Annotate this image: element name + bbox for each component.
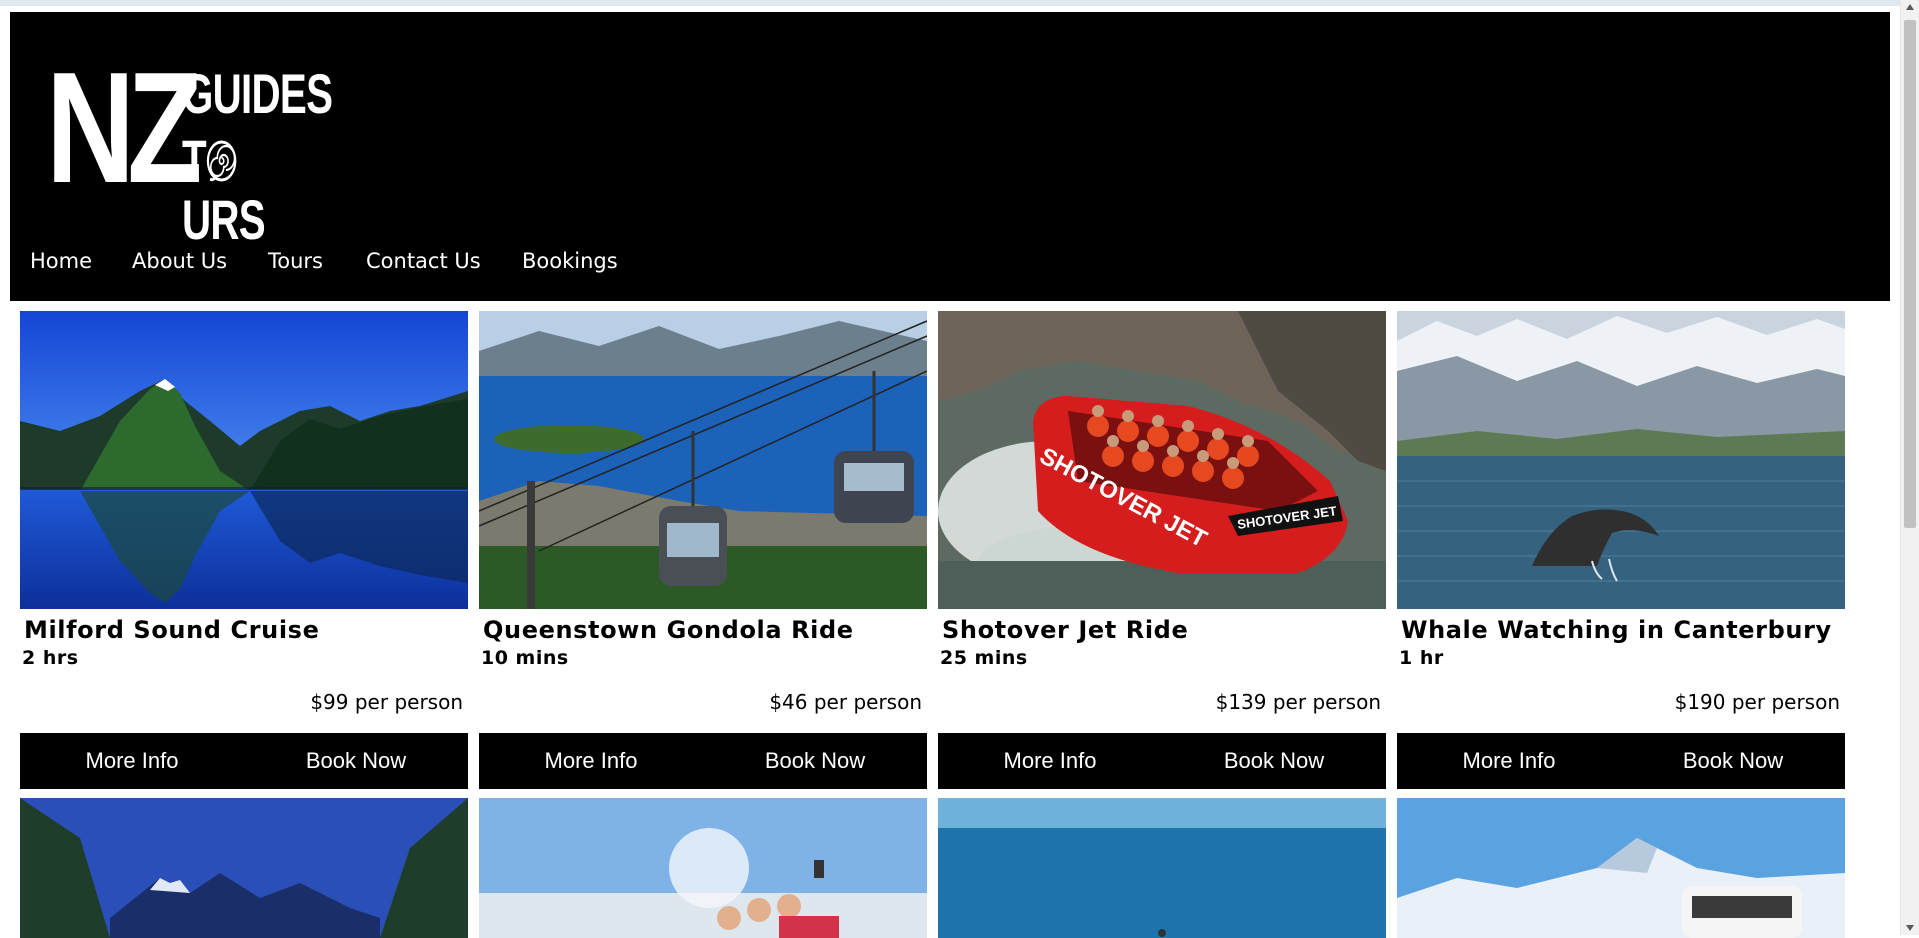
nav-tours[interactable]: Tours: [268, 246, 323, 276]
vertical-scrollbar[interactable]: [1900, 0, 1919, 935]
tour-image-milford-sound[interactable]: [20, 311, 468, 609]
tour-image-partial-fiordland[interactable]: [20, 798, 468, 938]
book-now-button[interactable]: Book Now: [244, 733, 468, 789]
koru-spiral-icon: [206, 140, 237, 182]
tour-price: $46 per person: [769, 690, 922, 714]
logo-guides: GUIDES: [182, 62, 333, 125]
book-now-button[interactable]: Book Now: [703, 733, 927, 789]
tour-button-bar: More Info Book Now: [479, 733, 927, 789]
tour-button-bar: More Info Book Now: [938, 733, 1386, 789]
logo-nz: NZ: [46, 40, 202, 216]
tour-title: Milford Sound Cruise: [24, 616, 320, 644]
more-info-button[interactable]: More Info: [938, 733, 1162, 789]
tour-image-queenstown-gondola[interactable]: [479, 311, 927, 609]
tour-image-partial-snow-selfie[interactable]: [479, 798, 927, 938]
book-now-button[interactable]: Book Now: [1621, 733, 1845, 789]
tour-price: $139 per person: [1215, 690, 1381, 714]
book-now-button[interactable]: Book Now: [1162, 733, 1386, 789]
more-info-button[interactable]: More Info: [20, 733, 244, 789]
tour-image-partial-ocean[interactable]: [938, 798, 1386, 938]
nav-home[interactable]: Home: [30, 246, 92, 276]
more-info-button[interactable]: More Info: [1397, 733, 1621, 789]
tour-duration: 25 mins: [940, 647, 1028, 669]
nav-about-us[interactable]: About Us: [132, 246, 227, 276]
site-logo[interactable]: NZ GUIDES TURS: [46, 40, 333, 250]
tour-image-partial-mountain-bus[interactable]: [1397, 798, 1845, 938]
tour-image-shotover-jet[interactable]: SHOTOVER JET SHOTOVER JET: [938, 311, 1386, 609]
tour-duration: 2 hrs: [22, 647, 79, 669]
tour-button-bar: More Info Book Now: [20, 733, 468, 789]
nav-contact-us[interactable]: Contact Us: [366, 246, 481, 276]
more-info-button[interactable]: More Info: [479, 733, 703, 789]
logo-tours: TURS: [182, 130, 286, 250]
tour-title: Shotover Jet Ride: [942, 616, 1189, 644]
logo-tours-rest: URS: [182, 188, 266, 251]
browser-top-strip: [0, 0, 1900, 6]
logo-tours-t: T: [182, 128, 207, 191]
tour-duration: 1 hr: [1399, 647, 1444, 669]
scroll-up-icon[interactable]: [1906, 4, 1914, 10]
tour-duration: 10 mins: [481, 647, 569, 669]
tour-price: $99 per person: [310, 690, 463, 714]
tour-title: Whale Watching in Canterbury: [1401, 616, 1832, 644]
tour-title: Queenstown Gondola Ride: [483, 616, 854, 644]
scroll-down-icon[interactable]: [1906, 925, 1914, 931]
nav-bookings[interactable]: Bookings: [522, 246, 618, 276]
tour-button-bar: More Info Book Now: [1397, 733, 1845, 789]
scrollbar-thumb[interactable]: [1904, 20, 1916, 528]
tour-price: $190 per person: [1674, 690, 1840, 714]
tour-image-whale-watching[interactable]: [1397, 311, 1845, 609]
